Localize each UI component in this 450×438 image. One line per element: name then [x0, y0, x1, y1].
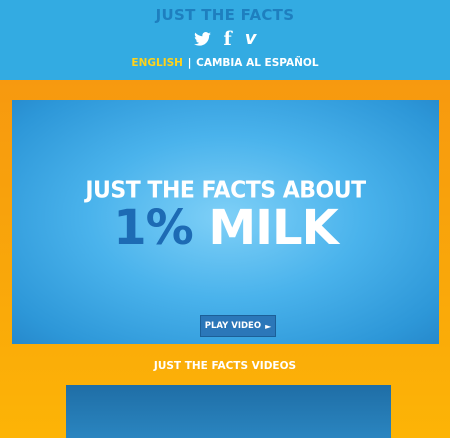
- video-thumbnail[interactable]: [66, 385, 391, 438]
- videos-section-title: JUST THE FACTS VIDEOS: [153, 360, 297, 372]
- lang-spanish-link[interactable]: CAMBIA AL ESPAÑOL: [196, 57, 318, 69]
- play-icon: ►: [265, 321, 272, 331]
- hero-percent: 1%: [113, 200, 193, 256]
- lang-separator: |: [187, 57, 192, 69]
- lang-english-link[interactable]: ENGLISH: [131, 57, 183, 69]
- language-switcher: ENGLISH | CAMBIA AL ESPAÑOL: [0, 57, 450, 69]
- play-video-button[interactable]: PLAY VIDEO ►: [200, 315, 276, 337]
- header: JUST THE FACTS f v ENGLISH | CAMBIA AL E…: [0, 0, 450, 80]
- hero-video-banner[interactable]: JUST THE FACTS ABOUT 1% MILK PLAY VIDEO …: [12, 100, 439, 344]
- vimeo-icon[interactable]: v: [245, 30, 257, 48]
- social-links: f v: [0, 29, 450, 49]
- facebook-icon[interactable]: f: [224, 30, 232, 49]
- hero-subheading: 1% MILK: [12, 200, 439, 256]
- twitter-icon[interactable]: [193, 32, 211, 46]
- hero-milk: MILK: [208, 200, 338, 256]
- play-video-label: PLAY VIDEO: [204, 321, 262, 331]
- site-title[interactable]: JUST THE FACTS: [0, 6, 450, 24]
